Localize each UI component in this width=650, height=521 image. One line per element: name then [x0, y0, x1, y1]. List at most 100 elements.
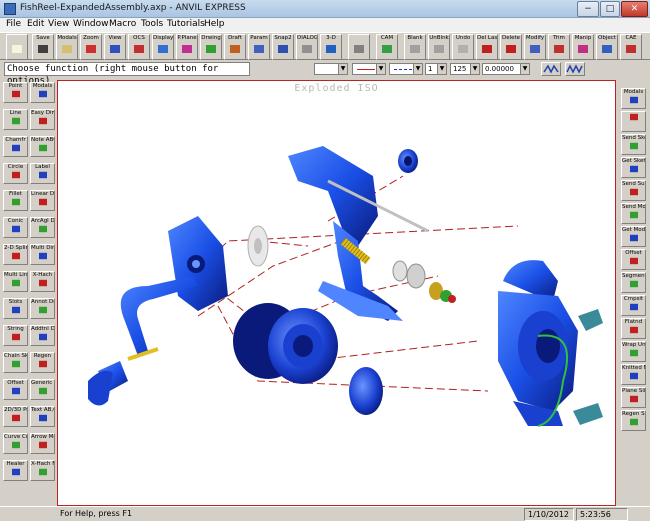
drawing-button[interactable]: Drwing [200, 34, 222, 60]
exploded-assembly-model[interactable] [58, 81, 615, 505]
palette-regen-button[interactable]: Regen [30, 352, 55, 373]
menu-macro[interactable]: Macro [109, 19, 136, 29]
palette-crosshatch-modify-button[interactable]: X-Hach Modfy [30, 460, 55, 481]
menu-tools[interactable]: Tools [141, 19, 163, 29]
offset-select[interactable]: 0.00000 ▼ [482, 63, 530, 75]
palette-string-button[interactable]: String [3, 325, 28, 346]
trim-button[interactable]: Trim [548, 34, 570, 60]
ocs-button[interactable]: OCS [128, 34, 150, 60]
minimize-button[interactable]: − [577, 1, 599, 17]
palette-crosshatch-button[interactable]: X-Hach [30, 271, 55, 292]
palette-spline-button[interactable]: 2-D Spline [3, 244, 28, 265]
line-style-select[interactable]: ▼ [352, 63, 386, 75]
palette-conic-button[interactable]: Conic [3, 217, 28, 238]
display-button[interactable]: Display [152, 34, 174, 60]
close-button[interactable]: ✕ [621, 1, 648, 17]
draft-button[interactable]: Draft [224, 34, 246, 60]
graphics-viewport[interactable]: Exploded ISO [57, 80, 616, 506]
palette-modals-button[interactable]: Modals [30, 82, 55, 103]
conic-icon [11, 225, 20, 233]
modify-button[interactable]: Modify [524, 34, 546, 60]
palette-modals-button[interactable]: Modals [621, 88, 646, 109]
palette-note-button[interactable]: Note ABC [30, 136, 55, 157]
palette-circle-button[interactable]: Circle [3, 163, 28, 184]
palette-point-button[interactable]: Point [3, 82, 28, 103]
palette-slots-button[interactable]: Slots [3, 298, 28, 319]
palette-get-sketch-button[interactable]: Get Sketch [621, 157, 646, 178]
snap-button[interactable]: Snap2 [272, 34, 294, 60]
multi-wave-tool-button[interactable] [565, 62, 585, 76]
zoom-button[interactable]: Zoom [80, 34, 102, 60]
palette-segment-button[interactable]: Segment [621, 272, 646, 293]
palette-get-model-button[interactable]: Get Model [621, 226, 646, 247]
palette-multi-line-button[interactable]: Multi Line [3, 271, 28, 292]
menu-file[interactable]: File [6, 19, 21, 29]
dialog-icon [302, 45, 312, 53]
cae-button[interactable]: CAE [620, 34, 642, 60]
menu-help[interactable]: Help [204, 19, 225, 29]
cam-tool-button[interactable] [348, 34, 370, 60]
manip-button[interactable]: Manip [572, 34, 594, 60]
pplane-button[interactable]: P.Plane [176, 34, 198, 60]
palette-send-sketch-button[interactable]: Send Sketch [621, 134, 646, 155]
palette-knitted-model-button[interactable]: Knitted Model [621, 364, 646, 385]
palette-multi-dimen-button[interactable]: Multi Dimen [30, 244, 55, 265]
palette-text-button[interactable]: Text AB,C [30, 406, 55, 427]
palette-project-button[interactable]: 2D/3D Projct [3, 406, 28, 427]
palette-healer-button[interactable]: Healer [3, 460, 28, 481]
view-button[interactable]: View [104, 34, 126, 60]
wave-tool-button[interactable] [541, 62, 561, 76]
palette-generic-modify-button[interactable]: Generic Modfy [30, 379, 55, 400]
palette-offset-button[interactable]: Offset [3, 379, 28, 400]
palette-flatten-button[interactable]: Flatnd [621, 318, 646, 339]
palette-linear-dimen-button[interactable]: Linear Dimen [30, 190, 55, 211]
menu-window[interactable]: Window [73, 19, 109, 29]
palette-offset-button[interactable]: Offset [621, 249, 646, 270]
palette-chain-sketch-button[interactable]: Chain Sktch [3, 352, 28, 373]
palette-solid-body-button[interactable] [621, 111, 646, 132]
color-select[interactable]: ▼ [314, 63, 348, 75]
tool-icon [354, 45, 364, 53]
dialog-button[interactable]: DIALOG [296, 34, 318, 60]
delete-last-button[interactable]: Del Last [476, 34, 498, 60]
palette-regen-slice-button[interactable]: Regen Slice [621, 410, 646, 431]
palette-send-surf-button[interactable]: Send Surf [621, 180, 646, 201]
drag-knob-part [398, 149, 418, 173]
palette-easy-dimen-button[interactable]: Easy Dimen [30, 109, 55, 130]
palette-send-model-button[interactable]: Send Model [621, 203, 646, 224]
undo-button[interactable]: Undo [452, 34, 474, 60]
palette-arcangle-dimen-button[interactable]: ArcAgl Dimen [30, 217, 55, 238]
cam-button[interactable]: CAM [376, 34, 398, 60]
weight-select[interactable]: 1 ▼ [425, 63, 447, 75]
save-button[interactable]: Save [32, 34, 54, 60]
menu-view[interactable]: View [48, 19, 69, 29]
palette-plane-slice-button[interactable]: Plane Slice [621, 387, 646, 408]
palette-wrap-unwrap-button[interactable]: Wrap Unwrap [621, 341, 646, 362]
modals-button[interactable]: Modals [56, 34, 78, 60]
delete-button[interactable]: Delete [500, 34, 522, 60]
new-file-button[interactable] [6, 34, 28, 60]
param-button[interactable]: Param [248, 34, 270, 60]
maximize-button[interactable]: □ [600, 1, 620, 17]
palette-fillet-button[interactable]: Fillet [3, 190, 28, 211]
palette-arrow-modify-button[interactable]: Arrow Modfy [30, 433, 55, 454]
unblank-button[interactable]: UnBlnk [428, 34, 450, 60]
palette-composite-button[interactable]: Cmpsit [621, 295, 646, 316]
palette-curve-convert-button[interactable]: Curve Cnvrt [3, 433, 28, 454]
line-dash-select[interactable]: ▼ [389, 63, 423, 75]
palette-line-button[interactable]: Line [3, 109, 28, 130]
view-button-label: View [108, 35, 122, 41]
palette-chamfer-button[interactable]: Chamfr [3, 136, 28, 157]
object-button[interactable]: Object [596, 34, 618, 60]
scale-select[interactable]: 125 ▼ [450, 63, 480, 75]
palette-additional-draft-button[interactable]: Addtnl Draft [30, 325, 55, 346]
flatten-icon [629, 326, 638, 334]
weight-value: 1 [428, 65, 433, 73]
blank-button[interactable]: Blank [404, 34, 426, 60]
menu-edit[interactable]: Edit [27, 19, 44, 29]
menu-tutorials[interactable]: Tutorials [167, 19, 205, 29]
palette-label: Line [9, 110, 22, 116]
3d-button[interactable]: 3-D [320, 34, 342, 60]
palette-label-button[interactable]: Label [30, 163, 55, 184]
palette-annot-draft-button[interactable]: Annot Draft [30, 298, 55, 319]
